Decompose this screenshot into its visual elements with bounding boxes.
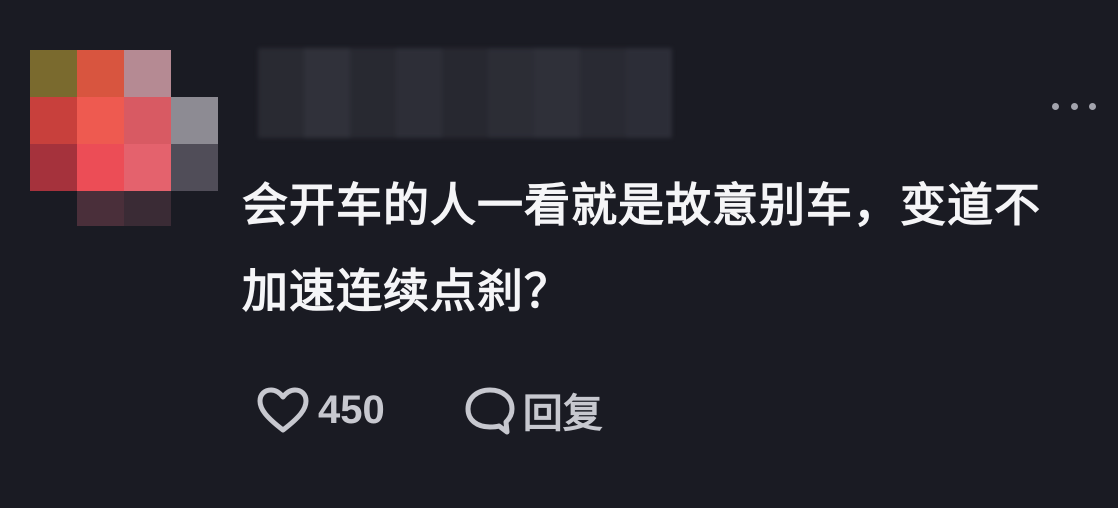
dot <box>1052 102 1059 110</box>
speech-bubble-icon <box>465 387 515 435</box>
like-button[interactable]: 450 <box>256 386 385 434</box>
blur-segment <box>350 48 396 138</box>
avatar-pixel <box>77 191 124 226</box>
avatar-pixel <box>124 191 171 226</box>
blur-segment <box>580 48 626 138</box>
blur-segment <box>258 48 304 138</box>
more-dots-icon[interactable] <box>1052 98 1096 114</box>
avatar-pixel <box>124 144 171 191</box>
avatar-pixel <box>171 97 218 144</box>
avatar-pixel <box>77 144 124 191</box>
blur-segment <box>396 48 442 138</box>
avatar-pixel <box>124 50 171 97</box>
blur-segment <box>304 48 350 138</box>
blur-segment <box>488 48 534 138</box>
comment-actions: 450 回复 <box>256 380 603 440</box>
like-count: 450 <box>318 387 385 432</box>
dot <box>1070 102 1078 110</box>
dot <box>1089 102 1096 110</box>
avatar-pixel <box>124 97 171 144</box>
heart-icon <box>257 387 309 433</box>
blur-segment <box>442 48 488 138</box>
avatar-pixel <box>77 97 124 144</box>
avatar-pixel <box>30 97 77 144</box>
avatar-pixel <box>30 144 77 191</box>
reply-label: 回复 <box>522 391 603 437</box>
comment-card: 会开车的人一看就是故意别车，变道不加速连续点刹？ 450 回复 <box>0 0 1118 508</box>
username-blurred[interactable] <box>258 48 678 138</box>
avatar-pixel <box>77 50 124 97</box>
blur-segment <box>626 48 672 138</box>
comment-text: 会开车的人一看就是故意别车，变道不加速连续点刹？ <box>242 178 1041 318</box>
reply-button[interactable]: 回复 <box>463 381 603 439</box>
avatar[interactable] <box>30 50 218 226</box>
avatar-pixel <box>30 50 77 97</box>
avatar-pixel <box>171 144 218 191</box>
blur-segment <box>534 48 580 138</box>
